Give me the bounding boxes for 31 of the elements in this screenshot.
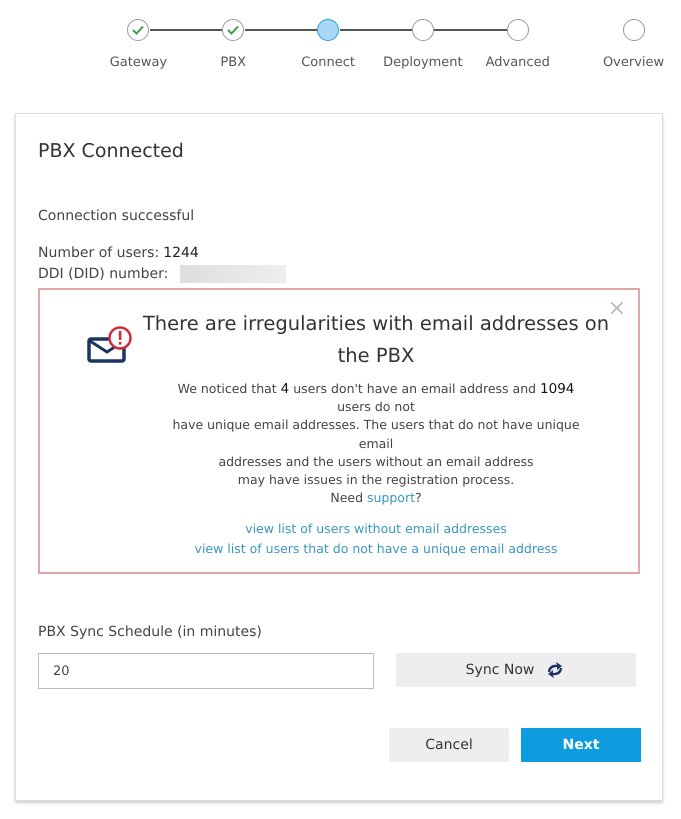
step-circle[interactable] xyxy=(506,19,529,41)
alert-message: We noticed that 4 users don't have an email address and 1094 users do not have unique email addresses. The users that do not have unique email addresses and the users without an email address may have issues in the registration process. Need support? xyxy=(171,380,581,508)
next-button[interactable]: Next xyxy=(521,728,641,762)
step-circle[interactable] xyxy=(317,19,340,41)
step-label: Deployment xyxy=(383,55,463,70)
status-text: Connection successful xyxy=(38,208,196,224)
user-list-link[interactable]: view list of users without email addresses xyxy=(245,521,507,536)
sync-interval-field[interactable]: 20 xyxy=(38,653,374,689)
step-circle[interactable] xyxy=(622,19,645,41)
check-icon xyxy=(132,25,144,35)
step-label: Advanced xyxy=(486,55,550,70)
step-label: Gateway xyxy=(110,55,168,70)
support-link[interactable]: support xyxy=(367,490,415,506)
close-button[interactable]: × xyxy=(608,298,626,320)
ddi-label: DDI (DID) number: xyxy=(38,266,168,282)
sync-now-button[interactable]: Sync Now xyxy=(396,653,636,687)
step-label: Overview xyxy=(602,55,664,70)
step-circle[interactable] xyxy=(222,19,244,41)
step-circle[interactable] xyxy=(127,19,150,41)
mail-warning-icon xyxy=(87,326,133,364)
step-circle[interactable] xyxy=(412,19,434,41)
cancel-button[interactable]: Cancel xyxy=(389,728,509,762)
check-icon xyxy=(227,25,240,35)
sync-label: PBX Sync Schedule (in minutes) xyxy=(38,624,263,640)
card-title: PBX Connected xyxy=(38,140,185,162)
step-label: PBX xyxy=(220,55,246,70)
user-list-link[interactable]: view list of users that do not have a unique email address xyxy=(194,541,558,556)
users-label: Number of users: xyxy=(38,244,160,260)
alert-title: There are irregularities with email addresses on the PBX xyxy=(142,311,610,369)
step-label: Connect xyxy=(301,55,355,70)
users-value: 1244 xyxy=(163,244,199,260)
